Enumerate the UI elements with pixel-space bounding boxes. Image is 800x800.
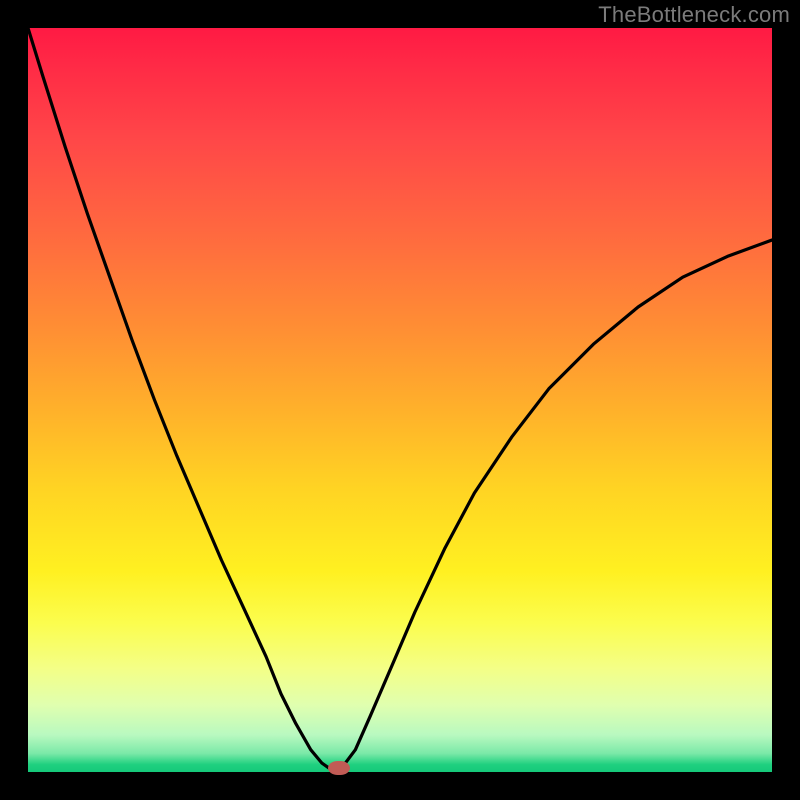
chart-frame: TheBottleneck.com (0, 0, 800, 800)
optimal-point-marker (328, 761, 350, 775)
watermark-text: TheBottleneck.com (598, 2, 790, 28)
bottleneck-curve (28, 28, 772, 772)
chart-plot-area (28, 28, 772, 772)
